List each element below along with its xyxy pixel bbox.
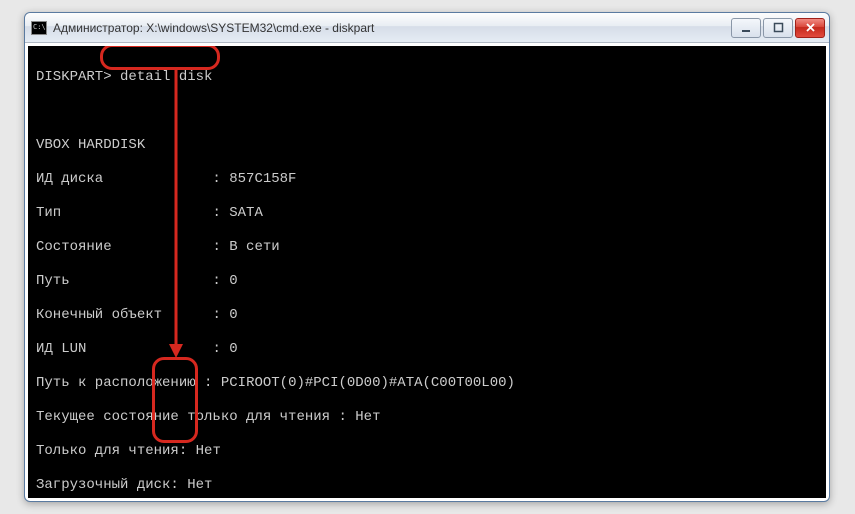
field-label: Текущее состояние только для чтения : — [36, 409, 355, 425]
field-label: Путь к расположению : — [36, 375, 221, 391]
field-value: 857C158F — [229, 171, 296, 187]
annotation-name-column-highlight — [152, 357, 198, 443]
field-value: Нет — [196, 443, 221, 459]
field-label: Только для чтения: — [36, 443, 196, 459]
window-buttons — [731, 18, 825, 38]
terminal-output[interactable]: DISKPART> detail disk VBOX HARDDISK ИД д… — [28, 46, 826, 498]
field-value: 0 — [229, 341, 237, 357]
minimize-button[interactable] — [731, 18, 761, 38]
cmd-icon — [31, 21, 47, 35]
prompt: DISKPART> — [36, 69, 112, 85]
field-label: Путь : — [36, 273, 229, 289]
field-label: ИД LUN : — [36, 341, 229, 357]
field-value: SATA — [229, 205, 263, 221]
field-label: ИД диска : — [36, 171, 229, 187]
field-value: 0 — [229, 307, 237, 323]
command-input: detail disk — [120, 69, 212, 85]
close-button[interactable] — [795, 18, 825, 38]
field-label: Состояние : — [36, 239, 229, 255]
titlebar[interactable]: Администратор: X:\windows\SYSTEM32\cmd.e… — [25, 13, 829, 43]
field-value: В сети — [229, 239, 279, 255]
cmd-window: Администратор: X:\windows\SYSTEM32\cmd.e… — [24, 12, 830, 502]
field-label: Тип : — [36, 205, 229, 221]
field-value: Нет — [187, 477, 212, 493]
annotation-command-highlight — [100, 46, 220, 70]
disk-model: VBOX HARDDISK — [36, 137, 818, 154]
maximize-button[interactable] — [763, 18, 793, 38]
field-value: 0 — [229, 273, 237, 289]
field-label: Конечный объект : — [36, 307, 229, 323]
window-title: Администратор: X:\windows\SYSTEM32\cmd.e… — [53, 21, 731, 35]
field-label: Загрузочный диск: — [36, 477, 187, 493]
field-value: Нет — [355, 409, 380, 425]
field-value: PCIROOT(0)#PCI(0D00)#ATA(C00T00L00) — [221, 375, 515, 391]
